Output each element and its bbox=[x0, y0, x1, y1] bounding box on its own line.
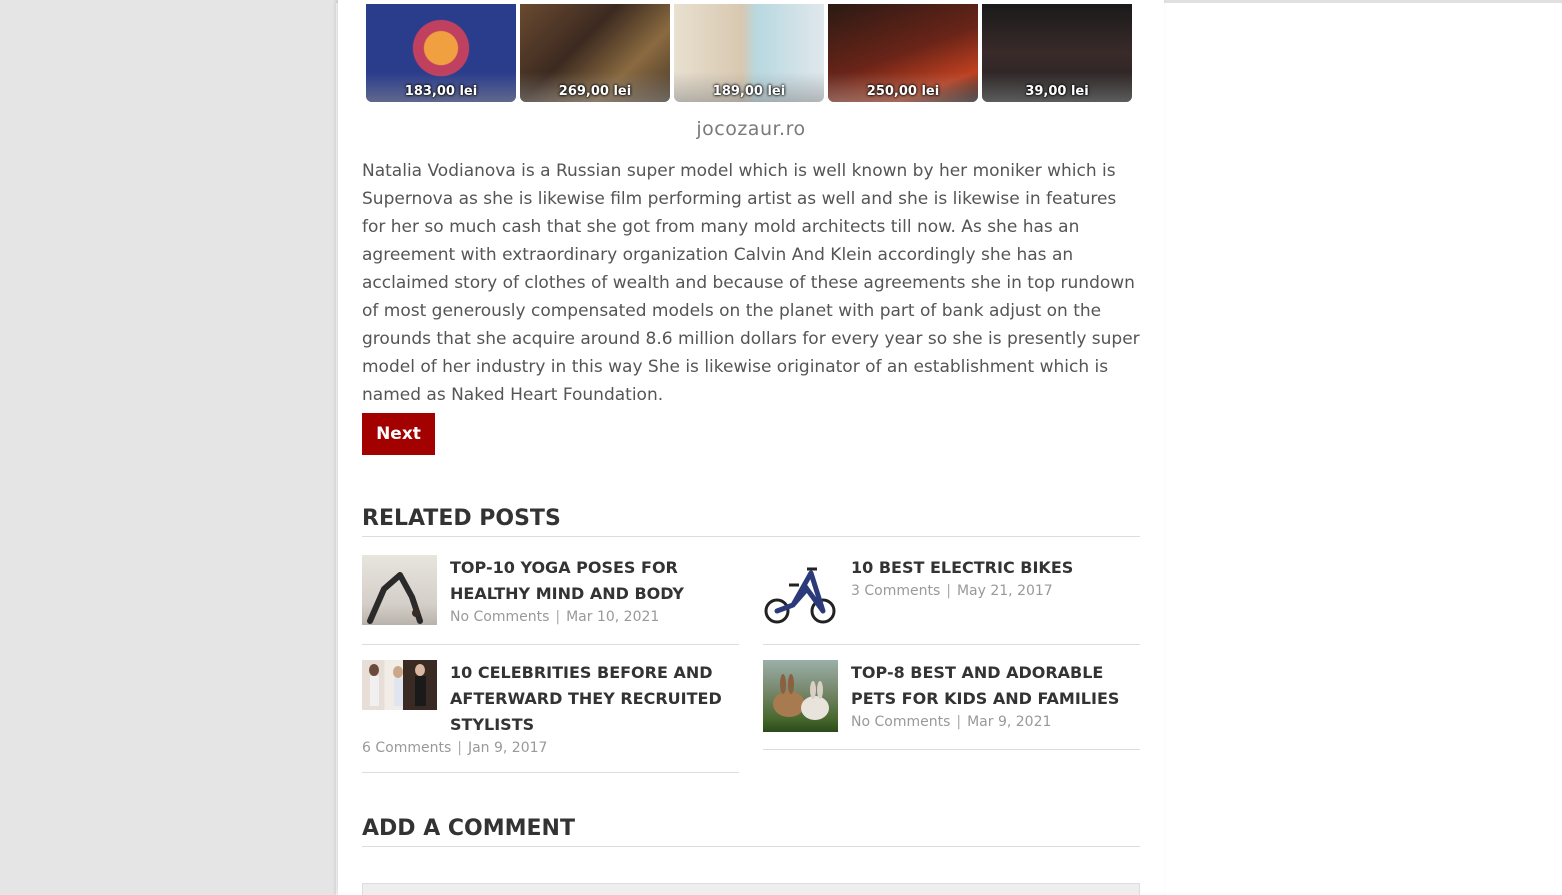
comment-textarea[interactable] bbox=[362, 883, 1140, 895]
electric-bike-image bbox=[764, 567, 836, 624]
post-comments-count[interactable]: No Comments bbox=[851, 714, 950, 730]
rabbits-image bbox=[773, 674, 829, 720]
post-comments-count[interactable]: 6 Comments bbox=[362, 740, 451, 756]
ad-product-price: 39,00 lei bbox=[1025, 84, 1089, 99]
left-gutter bbox=[0, 0, 336, 895]
ad-product-price: 183,00 lei bbox=[404, 84, 478, 99]
post-date: May 21, 2017 bbox=[956, 583, 1053, 599]
meta-separator: | bbox=[946, 583, 951, 599]
post-meta: 3 Comments | May 21, 2017 bbox=[851, 583, 1053, 599]
related-post-title[interactable]: TOP-10 YOGA POSES FOR HEALTHY MIND AND B… bbox=[450, 555, 740, 607]
related-post: 10 CELEBRITIES BEFORE AND AFTERWARD THEY… bbox=[362, 660, 739, 773]
celebrity-photo-image bbox=[369, 664, 426, 706]
ad-product-tile[interactable]: 39,00 lei bbox=[982, 4, 1132, 102]
post-meta: 6 Comments | Jan 9, 2017 bbox=[362, 740, 547, 756]
post-meta: No Comments | Mar 9, 2021 bbox=[851, 714, 1051, 730]
related-post: TOP-10 YOGA POSES FOR HEALTHY MIND AND B… bbox=[362, 555, 739, 645]
related-posts-heading: RELATED POSTS bbox=[362, 506, 1140, 537]
related-post-title[interactable]: TOP-8 BEST AND ADORABLE PETS FOR KIDS AN… bbox=[851, 660, 1141, 712]
related-post: TOP-8 BEST AND ADORABLE PETS FOR KIDS AN… bbox=[763, 660, 1140, 750]
ad-product-price: 250,00 lei bbox=[866, 84, 940, 99]
post-thumbnail[interactable] bbox=[362, 660, 437, 710]
article-body: Natalia Vodianova is a Russian super mod… bbox=[362, 161, 1140, 405]
meta-separator: | bbox=[457, 740, 462, 756]
ad-product-tile[interactable]: 183,00 lei bbox=[366, 4, 516, 102]
yoga-figure-image bbox=[367, 572, 423, 624]
ad-product-price: 189,00 lei bbox=[712, 84, 786, 99]
post-meta: No Comments | Mar 10, 2021 bbox=[450, 609, 659, 625]
add-comment-heading: ADD A COMMENT bbox=[362, 816, 1140, 847]
post-comments-count[interactable]: No Comments bbox=[450, 609, 549, 625]
post-date: Jan 9, 2017 bbox=[467, 740, 548, 756]
post-date: Mar 9, 2021 bbox=[967, 714, 1052, 730]
related-post: 10 BEST ELECTRIC BIKES 3 Comments | May 21… bbox=[763, 555, 1140, 645]
main-content: 183,00 lei 269,00 lei 189,00 lei 250,00 … bbox=[338, 0, 1164, 895]
post-thumbnail[interactable] bbox=[763, 660, 838, 732]
post-thumbnail[interactable] bbox=[362, 555, 437, 625]
ad-product-tile[interactable]: 250,00 lei bbox=[828, 4, 978, 102]
related-post-title[interactable]: 10 CELEBRITIES BEFORE AND AFTERWARD THEY… bbox=[450, 660, 740, 738]
post-thumbnail[interactable] bbox=[763, 555, 838, 627]
next-button[interactable]: Next bbox=[362, 413, 435, 455]
ad-product-tile[interactable]: 269,00 lei bbox=[520, 4, 670, 102]
ad-product-price: 269,00 lei bbox=[558, 84, 632, 99]
post-date: Mar 10, 2021 bbox=[566, 609, 660, 625]
meta-separator: | bbox=[555, 609, 561, 625]
ad-product-strip: 183,00 lei 269,00 lei 189,00 lei 250,00 … bbox=[366, 4, 1136, 102]
related-post-title[interactable]: 10 BEST ELECTRIC BIKES bbox=[851, 555, 1141, 581]
ad-product-tile[interactable]: 189,00 lei bbox=[674, 4, 824, 102]
ad-source-link[interactable]: jocozaur.ro bbox=[338, 118, 1164, 140]
post-comments-count[interactable]: 3 Comments bbox=[851, 583, 940, 599]
meta-separator: | bbox=[956, 714, 962, 730]
